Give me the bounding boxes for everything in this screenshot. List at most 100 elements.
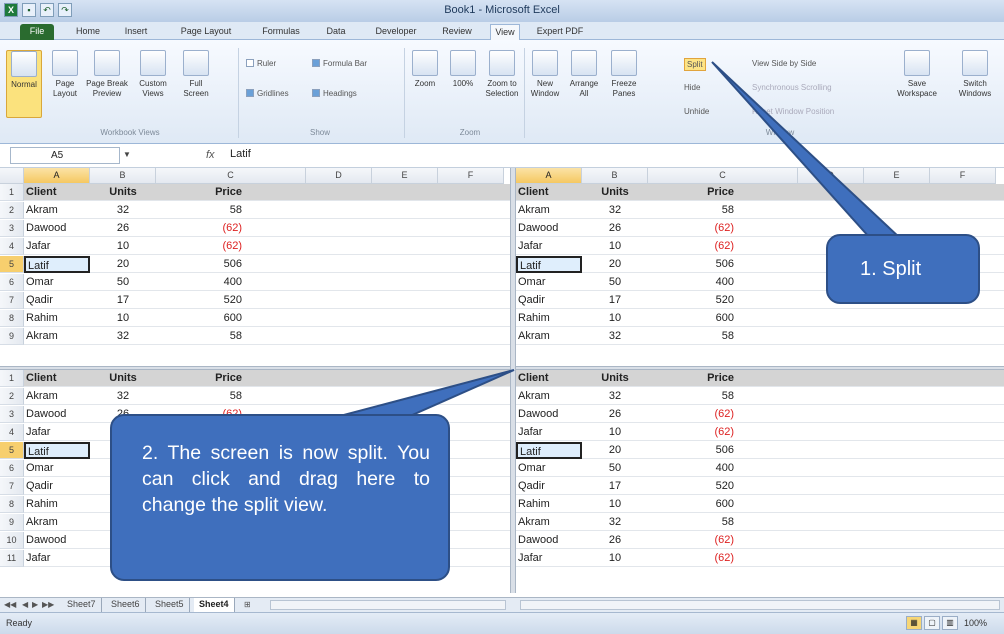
table-cell[interactable]: 17 <box>582 292 648 309</box>
column-header[interactable]: D <box>306 168 372 184</box>
table-cell[interactable]: Omar <box>24 460 90 477</box>
table-cell[interactable]: (62) <box>648 424 798 441</box>
table-cell[interactable]: 20 <box>90 256 156 273</box>
table-cell[interactable]: 10 <box>582 238 648 255</box>
table-cell[interactable]: Akram <box>516 328 582 345</box>
table-cell[interactable]: Latif <box>24 442 90 459</box>
row-header[interactable]: 5 <box>0 442 24 459</box>
normal-view-icon[interactable]: ▦ <box>906 616 922 630</box>
table-cell[interactable]: 10 <box>582 310 648 327</box>
sheet-tab[interactable]: Sheet6 <box>106 598 146 612</box>
table-cell[interactable]: (62) <box>156 238 306 255</box>
headings-checkbox[interactable]: Headings <box>312 88 357 99</box>
normal-view-button[interactable]: Normal <box>6 50 42 118</box>
table-cell[interactable]: Omar <box>516 460 582 477</box>
table-cell[interactable]: 58 <box>648 514 798 531</box>
row-header[interactable]: 9 <box>0 328 24 345</box>
table-cell[interactable]: Akram <box>24 514 90 531</box>
table-cell[interactable]: 58 <box>648 328 798 345</box>
gridlines-check[interactable] <box>246 89 254 97</box>
sheet-tab-active[interactable]: Sheet4 <box>194 598 235 612</box>
ruler-check[interactable] <box>246 59 254 67</box>
table-cell[interactable]: Qadir <box>24 478 90 495</box>
table-cell[interactable]: Dawood <box>516 406 582 423</box>
first-sheet-icon[interactable]: ◀◀ <box>4 600 16 609</box>
table-cell[interactable]: Jafar <box>24 424 90 441</box>
table-cell[interactable]: Jafar <box>516 550 582 567</box>
chevron-down-icon[interactable]: ▼ <box>123 150 131 159</box>
column-header[interactable]: F <box>930 168 996 184</box>
page-break-preview-button[interactable]: Page Break Preview <box>86 50 128 99</box>
table-cell[interactable]: Rahim <box>24 496 90 513</box>
column-header[interactable]: C <box>156 168 306 184</box>
formula-bar-checkbox[interactable]: Formula Bar <box>312 58 367 69</box>
select-all-corner[interactable] <box>0 168 24 184</box>
table-cell[interactable]: 520 <box>648 292 798 309</box>
row-header[interactable]: 4 <box>0 238 24 255</box>
table-cell[interactable]: 26 <box>90 220 156 237</box>
horizontal-split-bar[interactable] <box>0 366 1004 370</box>
headings-check[interactable] <box>312 89 320 97</box>
column-header[interactable]: C <box>648 168 798 184</box>
custom-views-button[interactable]: Custom Views <box>134 50 172 99</box>
switch-windows-button[interactable]: Switch Windows <box>950 50 1000 99</box>
table-cell[interactable]: Latif <box>24 256 90 273</box>
horizontal-scrollbar[interactable] <box>270 600 506 610</box>
row-header[interactable]: 6 <box>0 460 24 477</box>
table-cell[interactable]: 10 <box>582 496 648 513</box>
row-header[interactable]: 11 <box>0 550 24 567</box>
table-cell[interactable]: Akram <box>24 328 90 345</box>
freeze-panes-button[interactable]: Freeze Panes <box>606 50 642 99</box>
tab-view[interactable]: View <box>490 24 520 40</box>
table-cell[interactable]: Qadir <box>516 292 582 309</box>
header-cell[interactable]: Client <box>24 370 90 387</box>
tab-page-layout[interactable]: Page Layout <box>176 24 236 40</box>
header-cell[interactable]: Units <box>90 370 156 387</box>
row-header[interactable]: 2 <box>0 388 24 405</box>
page-layout-button[interactable]: Page Layout <box>48 50 82 99</box>
table-cell[interactable]: 50 <box>582 274 648 291</box>
header-cell[interactable]: Client <box>24 184 90 201</box>
table-cell[interactable]: Dawood <box>24 406 90 423</box>
table-cell[interactable]: 58 <box>648 388 798 405</box>
table-cell[interactable]: 32 <box>582 202 648 219</box>
row-header[interactable]: 1 <box>0 184 24 201</box>
table-cell[interactable]: 26 <box>582 406 648 423</box>
ruler-checkbox[interactable]: Ruler <box>246 58 276 69</box>
table-cell[interactable]: 58 <box>156 328 306 345</box>
tab-file[interactable]: File <box>20 24 54 40</box>
table-cell[interactable]: 400 <box>648 460 798 477</box>
table-cell[interactable]: 58 <box>648 202 798 219</box>
header-cell[interactable]: Price <box>648 370 798 387</box>
tab-review[interactable]: Review <box>438 24 476 40</box>
header-cell[interactable]: Units <box>90 184 156 201</box>
column-header[interactable]: E <box>864 168 930 184</box>
header-cell[interactable]: Units <box>582 184 648 201</box>
header-cell[interactable]: Price <box>156 370 306 387</box>
table-cell[interactable]: Qadir <box>516 478 582 495</box>
column-header[interactable]: A <box>516 168 582 184</box>
tab-data[interactable]: Data <box>318 24 354 40</box>
table-cell[interactable]: Jafar <box>516 238 582 255</box>
table-cell[interactable]: Latif <box>516 442 582 459</box>
table-cell[interactable]: Dawood <box>24 532 90 549</box>
table-cell[interactable]: Omar <box>516 274 582 291</box>
table-cell[interactable]: 17 <box>582 478 648 495</box>
function-icon[interactable]: fx <box>206 149 215 161</box>
header-cell[interactable]: Price <box>648 184 798 201</box>
table-cell[interactable]: Dawood <box>516 532 582 549</box>
column-header[interactable]: E <box>372 168 438 184</box>
reset-position-button[interactable]: Reset Window Position <box>752 106 834 117</box>
page-layout-view-icon[interactable]: ▢ <box>924 616 940 630</box>
prev-sheet-icon[interactable]: ◀ <box>22 600 28 609</box>
horizontal-scrollbar[interactable] <box>520 600 1000 610</box>
table-cell[interactable]: 32 <box>90 388 156 405</box>
row-header[interactable]: 5 <box>0 256 24 273</box>
table-cell[interactable]: 32 <box>90 202 156 219</box>
table-cell[interactable]: 10 <box>582 424 648 441</box>
table-cell[interactable]: (62) <box>648 532 798 549</box>
table-cell[interactable]: 600 <box>156 310 306 327</box>
table-cell[interactable]: Akram <box>516 514 582 531</box>
sheet-tab[interactable]: Sheet7 <box>62 598 102 612</box>
table-cell[interactable]: Akram <box>24 202 90 219</box>
